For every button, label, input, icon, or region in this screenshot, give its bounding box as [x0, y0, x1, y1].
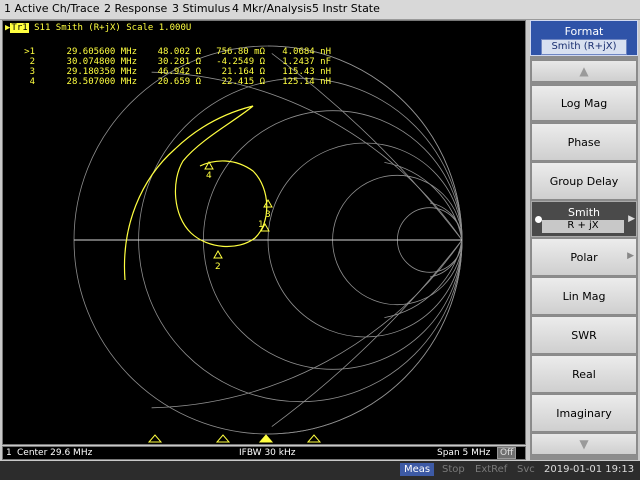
- marker-row: 2 30.074800 MHz 30.281 Ω -4.2549 Ω 1.2437 nF: [29, 57, 331, 67]
- marker-table: >1 29.605600 MHz 48.002 Ω 756.80 mΩ 4.0684 n…: [11, 47, 331, 87]
- softkey-real[interactable]: Real: [531, 355, 637, 393]
- svc-status: Svc: [517, 464, 535, 475]
- marker-row: 3 29.180350 MHz 46.942 Ω 21.164 Ω 115.43 nH: [29, 67, 331, 77]
- menu-mkr-analysis[interactable]: 4 Mkr/Analysis: [232, 2, 312, 15]
- span-frequency[interactable]: Span 5 MHz: [437, 448, 490, 458]
- softkey-title-label: Format: [564, 25, 604, 38]
- meas-status: Meas: [400, 463, 435, 476]
- center-frequency[interactable]: Center 29.6 MHz: [17, 448, 92, 458]
- softkey-swr[interactable]: SWR: [531, 316, 637, 354]
- softkey-log-mag[interactable]: Log Mag: [531, 85, 637, 121]
- softkey-phase[interactable]: Phase: [531, 123, 637, 161]
- trace-format: Smith (R+jX): [55, 23, 121, 33]
- softkey-lin-mag[interactable]: Lin Mag: [531, 277, 637, 315]
- trace-scale-label: Scale: [126, 23, 154, 33]
- marker-3-label: 3: [265, 210, 271, 220]
- softkey-scroll-up-button[interactable]: ▲: [531, 60, 637, 82]
- marker-1-label: 1: [258, 220, 264, 230]
- softkey-panel: Format Smith (R+jX) ▲ Log Mag Phase Grou…: [530, 20, 638, 460]
- stimulus-marker-3-icon[interactable]: [215, 434, 231, 443]
- channel-status-bar: 1 Center 29.6 MHz IFBW 30 kHz Span 5 MHz…: [2, 446, 526, 460]
- x-arc-0.2-lower: [271, 239, 463, 427]
- softkey-smith[interactable]: Smith R + jX ▶: [531, 201, 637, 237]
- menu-bar: 1 Active Ch/Trace 2 Response 3 Stimulus …: [0, 0, 640, 20]
- trace-scale: 1.000U: [158, 23, 192, 33]
- x-arc-0.5-lower: [151, 239, 463, 409]
- x-arc-0.5-upper: [151, 71, 463, 241]
- softkey-imaginary[interactable]: Imaginary: [531, 394, 637, 432]
- trace-tag[interactable]: Tr1: [10, 23, 29, 33]
- softkey-polar[interactable]: Polar ▶: [531, 238, 637, 276]
- softkey-scroll-down-button[interactable]: ▼: [531, 433, 637, 455]
- smith-chart-display[interactable]: 1 2 3 4 ▶Tr1 S11 Smith (R+jX) Scale 1.00…: [2, 20, 526, 445]
- menu-instr-state[interactable]: 5 Instr State: [312, 2, 380, 15]
- menu-stimulus[interactable]: 3 Stimulus: [172, 2, 230, 15]
- marker-2-icon[interactable]: [213, 249, 223, 259]
- softkey-smith-sub: R + jX: [542, 220, 624, 233]
- submenu-arrow-icon: ▶: [627, 251, 634, 261]
- marker-3-icon[interactable]: [263, 198, 273, 208]
- channel-number: 1: [6, 448, 12, 458]
- submenu-arrow-icon: ▶: [628, 214, 635, 224]
- menu-active-ch-trace[interactable]: 1 Active Ch/Trace: [4, 2, 100, 15]
- trace-header[interactable]: ▶Tr1 S11 Smith (R+jX) Scale 1.000U: [5, 23, 191, 33]
- trace-parameter: S11: [34, 23, 51, 33]
- ifbw-value[interactable]: IFBW 30 kHz: [239, 448, 295, 458]
- datetime: 2019-01-01 19:13: [544, 464, 635, 475]
- marker-2-label: 2: [215, 262, 221, 272]
- softkey-group-delay[interactable]: Group Delay: [531, 162, 637, 200]
- marker-4-label: 4: [206, 171, 212, 181]
- stimulus-marker-1-icon[interactable]: [258, 434, 274, 443]
- instrument-status-bar: Meas Stop ExtRef Svc 2019-01-01 19:13: [0, 461, 640, 480]
- marker-row: 4 28.507000 MHz 20.659 Ω 22.415 Ω 125.14 nH: [29, 77, 331, 87]
- softkey-polar-label: Polar: [570, 250, 598, 264]
- stimulus-marker-2-icon[interactable]: [306, 434, 322, 443]
- up-arrow-icon: ▲: [579, 64, 589, 78]
- stimulus-marker-4-icon[interactable]: [147, 434, 163, 443]
- down-arrow-icon: ▼: [579, 437, 589, 451]
- softkey-current-format: Smith (R+jX): [541, 39, 627, 55]
- stop-status: Stop: [442, 464, 465, 475]
- sweep-off-badge[interactable]: Off: [497, 447, 517, 459]
- menu-response[interactable]: 2 Response: [104, 2, 167, 15]
- softkey-smith-label: Smith: [567, 206, 601, 219]
- extref-status: ExtRef: [475, 464, 508, 475]
- marker-row: >1 29.605600 MHz 48.002 Ω 756.80 mΩ 4.0684 n…: [24, 47, 331, 57]
- softkey-title: Format Smith (R+jX): [530, 20, 638, 56]
